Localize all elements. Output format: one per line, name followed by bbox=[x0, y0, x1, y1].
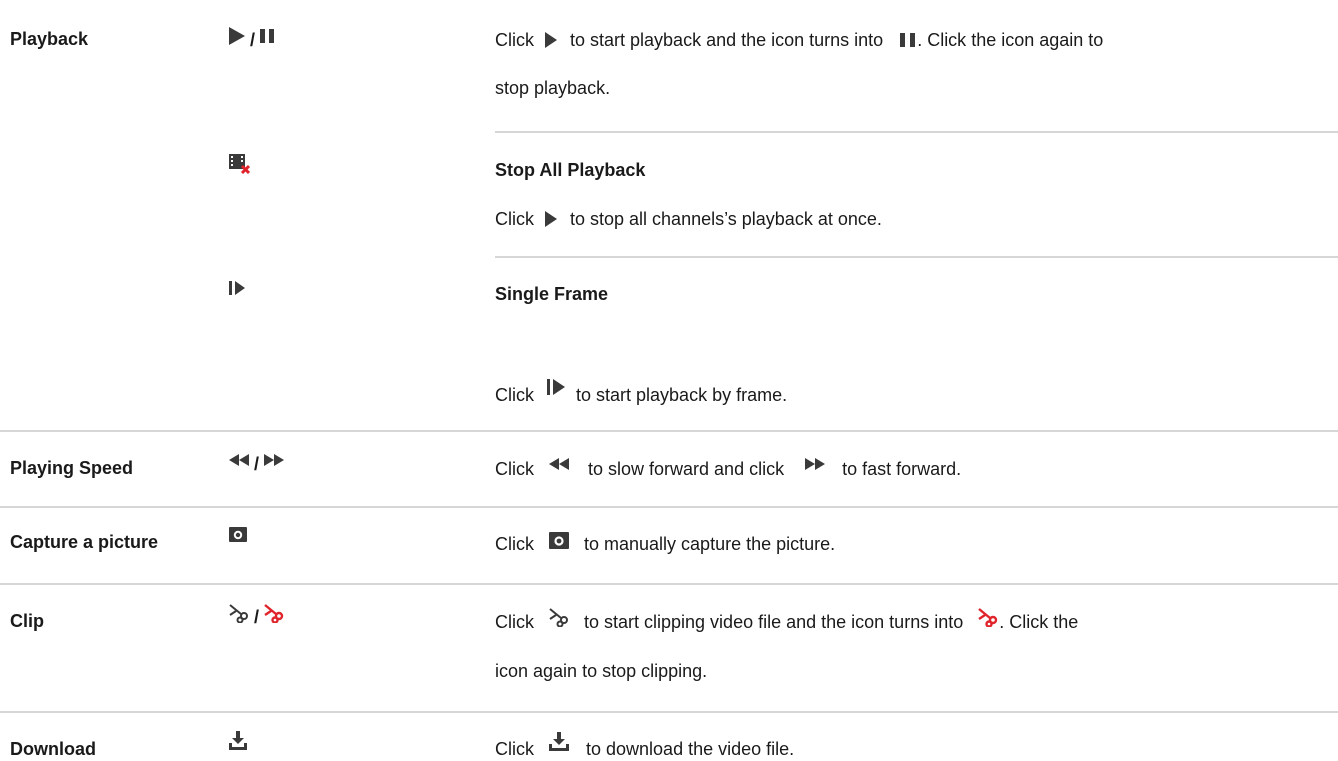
download-icon-cell bbox=[228, 726, 248, 754]
single-frame-icon[interactable] bbox=[228, 280, 246, 296]
desc-text: . Click the bbox=[999, 612, 1079, 632]
desc-text: to download the video file. bbox=[586, 739, 795, 759]
clip-desc-line1: Click to start clipping video file and t… bbox=[495, 608, 1079, 634]
slow-forward-icon bbox=[549, 458, 569, 470]
playback-desc-line1: Click to start playback and the icon tur… bbox=[495, 28, 1103, 52]
capture-label: Capture a picture bbox=[10, 532, 159, 552]
single-frame-icon bbox=[547, 379, 565, 395]
download-icon[interactable] bbox=[228, 730, 248, 750]
desc-text: Click bbox=[495, 459, 534, 479]
desc-text: to fast forward. bbox=[842, 459, 962, 479]
divider bbox=[495, 256, 1338, 258]
separator-slash: / bbox=[254, 606, 260, 627]
stop-all-desc: Click to stop all channels’s playback at… bbox=[495, 207, 882, 231]
capture-icon-cell bbox=[228, 520, 248, 548]
desc-text: Click bbox=[495, 612, 534, 632]
fast-forward-icon[interactable] bbox=[263, 453, 285, 467]
download-label: Download bbox=[10, 739, 96, 759]
scissors-active-icon bbox=[978, 608, 998, 627]
playback-icons: / bbox=[228, 22, 275, 50]
play-icon[interactable] bbox=[228, 26, 246, 46]
download-desc: Click to download the video file. bbox=[495, 732, 795, 761]
playback-desc-line2: stop playback. bbox=[495, 78, 611, 98]
desc-text: Click bbox=[495, 385, 534, 405]
scissors-active-icon[interactable] bbox=[263, 603, 285, 623]
scissors-icon[interactable] bbox=[228, 603, 250, 623]
divider bbox=[0, 583, 1338, 585]
desc-text: to slow forward and click bbox=[588, 459, 785, 479]
divider bbox=[0, 506, 1338, 508]
pause-icon[interactable] bbox=[259, 28, 275, 44]
fast-forward-icon bbox=[805, 458, 826, 470]
clip-icons: / bbox=[228, 599, 285, 627]
divider bbox=[0, 711, 1338, 713]
desc-text: Click bbox=[495, 739, 534, 759]
desc-text: Click bbox=[495, 209, 534, 229]
slow-forward-icon[interactable] bbox=[228, 453, 250, 467]
playback-label: Playback bbox=[10, 29, 89, 49]
playing-speed-label: Playing Speed bbox=[10, 458, 134, 478]
single-frame-icon-cell bbox=[228, 274, 246, 302]
single-frame-desc: Click to start playback by frame. bbox=[495, 379, 788, 407]
divider bbox=[0, 430, 1338, 432]
desc-text: to start clipping video file and the ico… bbox=[584, 612, 964, 632]
single-frame-title: Single Frame bbox=[495, 284, 609, 304]
scissors-icon bbox=[549, 608, 568, 627]
stop-all-icon-cell bbox=[228, 150, 250, 178]
clip-desc-line2: icon again to stop clipping. bbox=[495, 661, 708, 681]
clip-label: Clip bbox=[10, 611, 44, 631]
desc-text: to stop all channels’s playback at once. bbox=[570, 209, 882, 229]
desc-text: . Click the icon again to bbox=[917, 30, 1104, 50]
separator-slash: / bbox=[254, 453, 260, 474]
download-icon bbox=[549, 732, 569, 751]
camera-icon[interactable] bbox=[228, 525, 248, 543]
pause-icon bbox=[900, 33, 916, 47]
separator-slash: / bbox=[250, 29, 256, 50]
capture-desc: Click to manually capture the picture. bbox=[495, 532, 835, 556]
stop-all-title: Stop All Playback bbox=[495, 160, 646, 180]
camera-icon bbox=[549, 532, 569, 549]
desc-text: Click bbox=[495, 534, 534, 554]
desc-text: to start playback and the icon turns int… bbox=[570, 30, 884, 50]
playing-speed-icons: / bbox=[228, 446, 285, 474]
playing-speed-desc: Click to slow forward and click to fast … bbox=[495, 457, 961, 481]
desc-text: Click bbox=[495, 30, 534, 50]
stop-all-playback-icon[interactable] bbox=[228, 153, 250, 175]
play-icon bbox=[545, 32, 557, 48]
desc-text: to start playback by frame. bbox=[576, 385, 788, 405]
divider bbox=[495, 131, 1338, 133]
desc-text: to manually capture the picture. bbox=[584, 534, 836, 554]
play-icon bbox=[545, 211, 557, 227]
